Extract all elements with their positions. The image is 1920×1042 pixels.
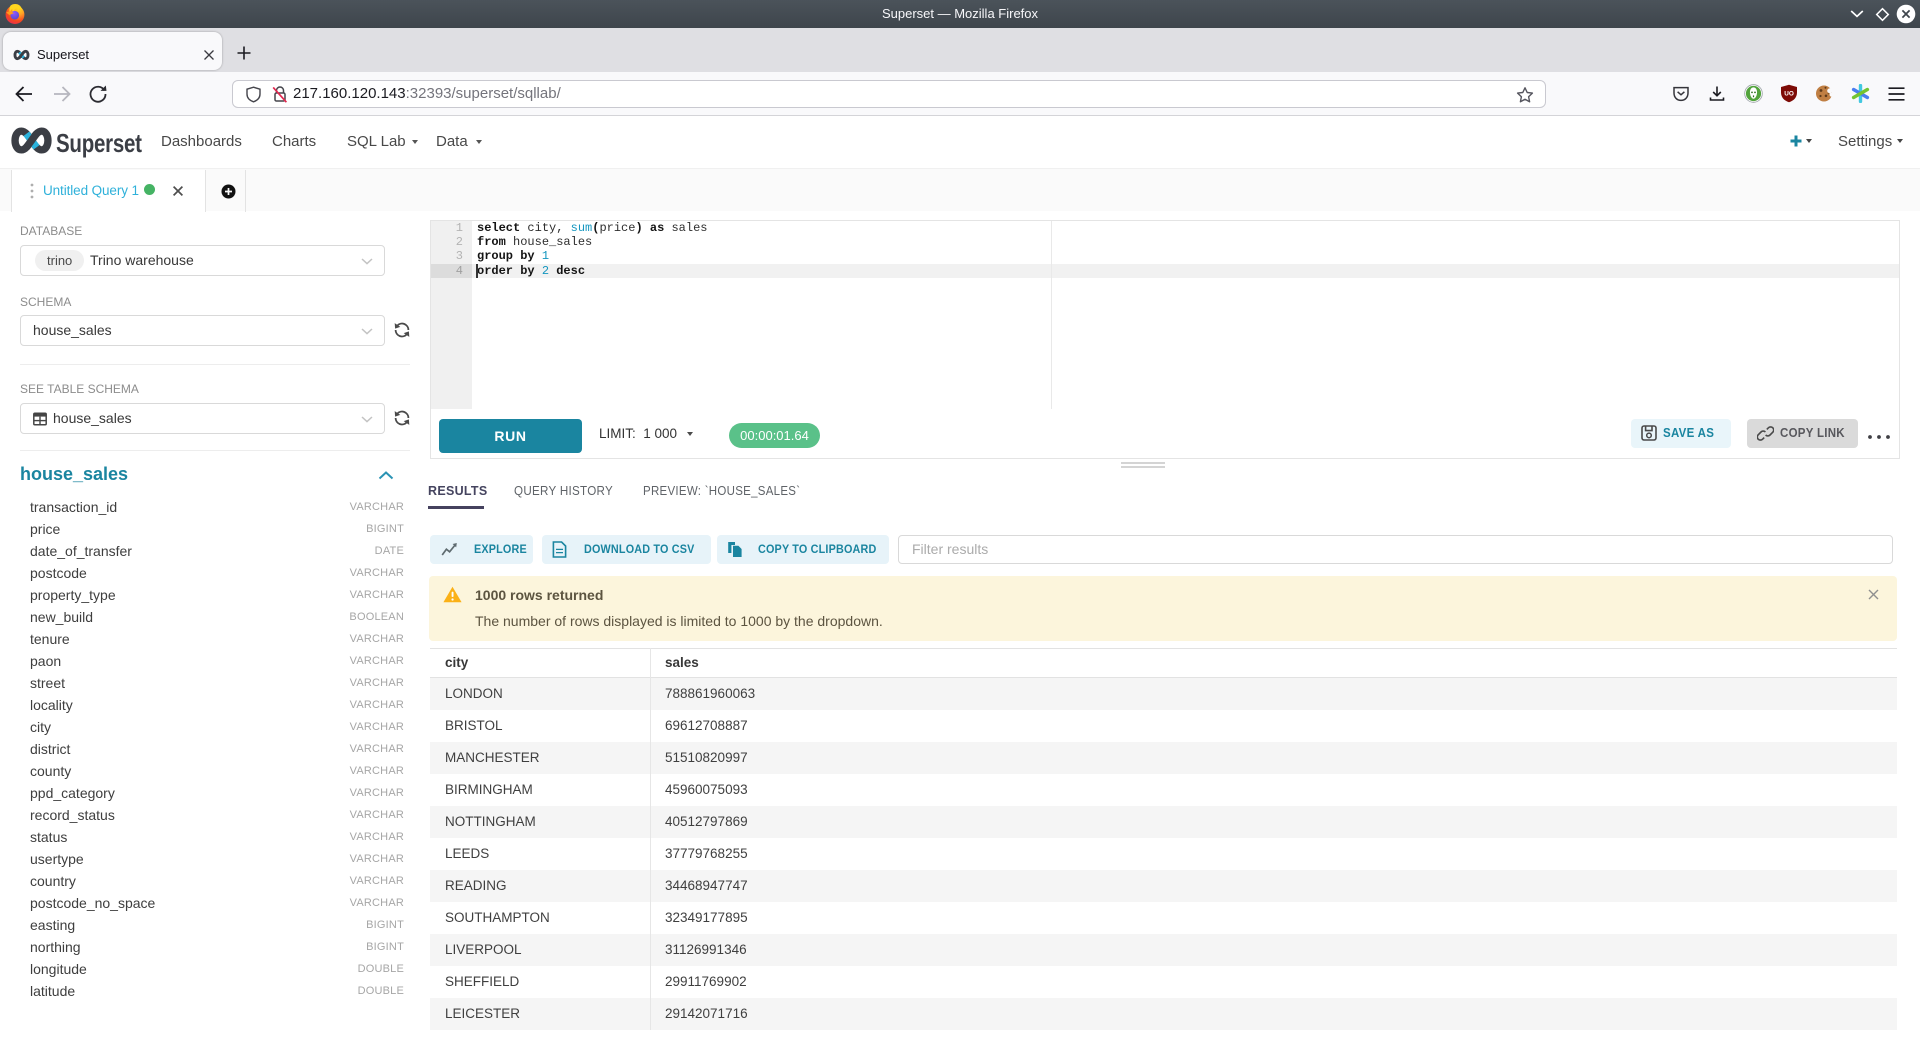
svg-text:UO: UO	[1784, 90, 1794, 97]
